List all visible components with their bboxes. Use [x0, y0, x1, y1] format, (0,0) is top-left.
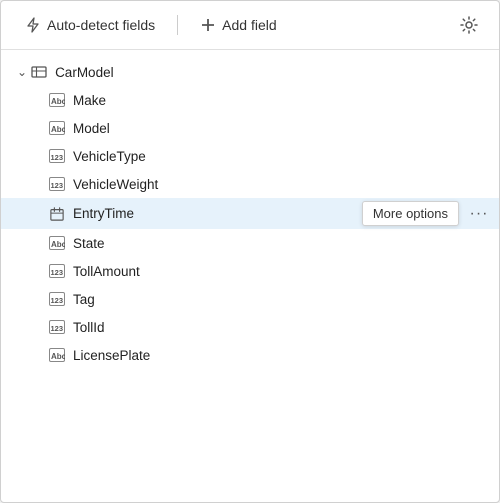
more-options-area: More options ···	[362, 201, 491, 226]
entrytime-label: EntryTime	[73, 206, 362, 221]
123-icon-tag: 123	[49, 292, 65, 306]
autodetect-label: Auto-detect fields	[47, 17, 155, 33]
tree-item-carmodel[interactable]: ⌄ CarModel	[1, 58, 499, 86]
plus-icon	[200, 17, 216, 33]
tollamount-label: TollAmount	[73, 264, 491, 279]
abc-icon-licenseplate: Abc	[49, 348, 65, 362]
panel: Auto-detect fields Add field	[0, 0, 500, 503]
svg-text:123: 123	[51, 153, 64, 162]
toolbar-left: Auto-detect fields Add field	[17, 13, 455, 37]
table-icon	[31, 64, 47, 80]
svg-text:123: 123	[51, 296, 64, 305]
svg-text:Abc: Abc	[51, 97, 65, 106]
carmodel-label: CarModel	[55, 65, 491, 80]
abc-icon-model: Abc	[49, 121, 65, 135]
tree-item-model[interactable]: Abc Model	[1, 114, 499, 142]
calendar-icon-entrytime	[49, 207, 65, 221]
addfield-button[interactable]: Add field	[192, 13, 284, 37]
chevron-icon: ⌄	[17, 65, 27, 79]
ellipsis-dots: ···	[470, 205, 489, 223]
tree-item-vehicletype[interactable]: 123 VehicleType	[1, 142, 499, 170]
123-icon-vehicletype: 123	[49, 149, 65, 163]
lightning-icon	[25, 17, 41, 33]
addfield-label: Add field	[222, 17, 276, 33]
tree-item-tag[interactable]: 123 Tag	[1, 285, 499, 313]
svg-text:Abc: Abc	[51, 240, 65, 249]
svg-text:Abc: Abc	[51, 125, 65, 134]
tree-item-tollamount[interactable]: 123 TollAmount	[1, 257, 499, 285]
svg-text:123: 123	[51, 268, 64, 277]
make-label: Make	[73, 93, 491, 108]
more-options-tooltip: More options	[362, 201, 459, 226]
svg-text:123: 123	[51, 324, 64, 333]
abc-icon-make: Abc	[49, 93, 65, 107]
autodetect-button[interactable]: Auto-detect fields	[17, 13, 163, 37]
svg-text:123: 123	[51, 181, 64, 190]
gear-icon	[459, 15, 479, 35]
tag-label: Tag	[73, 292, 491, 307]
settings-button[interactable]	[455, 11, 483, 39]
more-options-label: More options	[373, 206, 448, 221]
licenseplate-label: LicensePlate	[73, 348, 491, 363]
tree-item-licenseplate[interactable]: Abc LicensePlate	[1, 341, 499, 369]
model-label: Model	[73, 121, 491, 136]
ellipsis-button[interactable]: ···	[467, 202, 491, 226]
tree-item-tollid[interactable]: 123 TollId	[1, 313, 499, 341]
tree-item-state[interactable]: Abc State	[1, 229, 499, 257]
123-icon-vehicleweight: 123	[49, 177, 65, 191]
123-icon-tollid: 123	[49, 320, 65, 334]
123-icon-tollamount: 123	[49, 264, 65, 278]
toolbar-separator	[177, 15, 178, 35]
abc-icon-state: Abc	[49, 236, 65, 250]
tree-item-entrytime[interactable]: EntryTime More options ···	[1, 198, 499, 229]
vehicletype-label: VehicleType	[73, 149, 491, 164]
svg-text:Abc: Abc	[51, 352, 65, 361]
state-label: State	[73, 236, 491, 251]
toolbar: Auto-detect fields Add field	[1, 1, 499, 50]
tollid-label: TollId	[73, 320, 491, 335]
tree-item-make[interactable]: Abc Make	[1, 86, 499, 114]
tree: ⌄ CarModel Abc Make	[1, 50, 499, 502]
tree-item-vehicleweight[interactable]: 123 VehicleWeight	[1, 170, 499, 198]
toolbar-right	[455, 11, 483, 39]
vehicleweight-label: VehicleWeight	[73, 177, 491, 192]
